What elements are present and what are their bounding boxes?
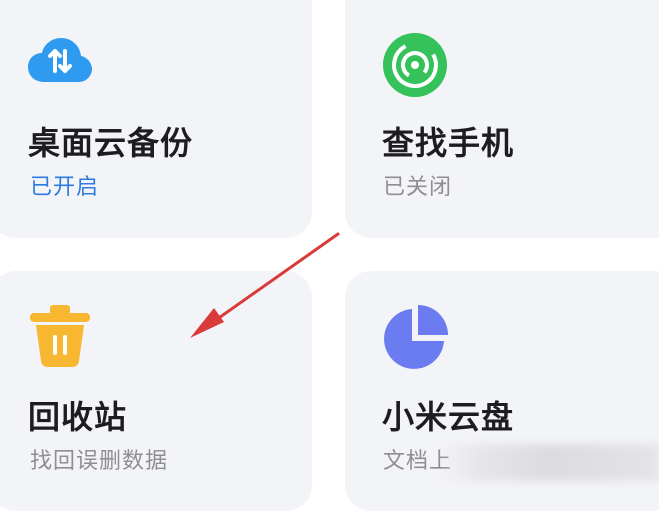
pie-chart-icon <box>384 305 448 373</box>
redacted-text-area <box>440 444 659 481</box>
radar-icon <box>383 33 447 101</box>
status-text: 已开启 <box>30 175 100 200</box>
card-title: 查找手机 <box>382 124 515 162</box>
card-find-phone[interactable]: 查找手机 已关闭 <box>345 0 659 238</box>
card-recycle-bin[interactable]: 回收站 找回误删数据 <box>0 271 312 511</box>
status-text: 找回误删数据 <box>30 449 169 474</box>
card-title: 桌面云备份 <box>28 124 194 162</box>
status-text: 已关闭 <box>383 175 453 200</box>
trash-icon <box>30 305 90 371</box>
card-title: 回收站 <box>28 398 128 436</box>
card-title: 小米云盘 <box>382 398 515 436</box>
card-desktop-backup[interactable]: 桌面云备份 已开启 <box>0 0 312 238</box>
cloud-sync-icon <box>28 38 92 90</box>
